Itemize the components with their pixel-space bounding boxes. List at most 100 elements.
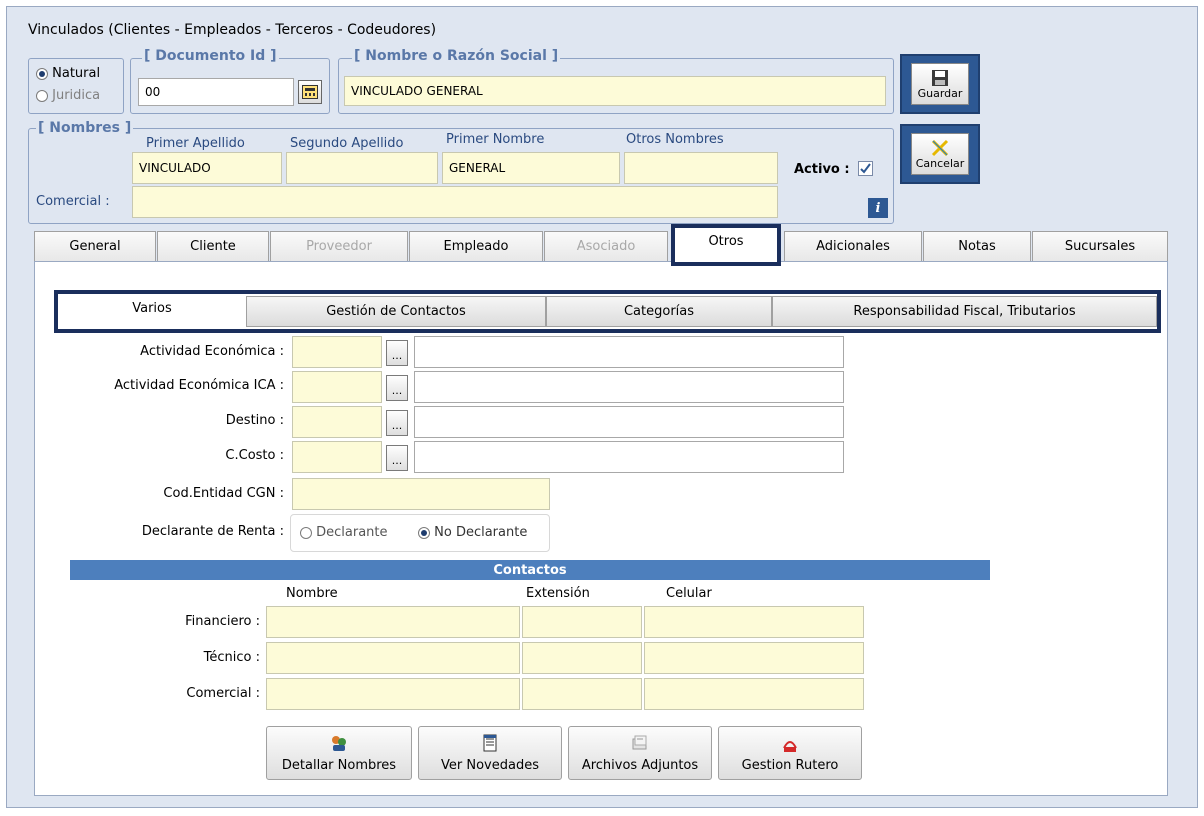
tab-general[interactable]: General [34,231,156,261]
users-icon [332,735,346,751]
radio-no-declarante[interactable]: No Declarante [418,525,527,540]
cod-entidad-input[interactable] [292,478,550,510]
ver-novedades-button[interactable]: Ver Novedades [418,726,562,780]
comercial-label: Comercial : [36,194,110,209]
radio-natural-icon[interactable] [36,67,48,80]
gestion-rutero-label: Gestion Rutero [741,757,839,773]
nombres-group-label: [ Nombres ] [36,120,134,136]
tab-general-label: General [69,239,121,254]
destino-label: Destino : [225,413,284,428]
guardar-button[interactable]: Guardar [900,54,980,114]
razon-social-input[interactable]: VINCULADO GENERAL [344,76,886,106]
primer-nombre-input[interactable]: GENERAL [442,152,620,184]
tab-adicionales[interactable]: Adicionales [784,231,922,261]
ccosto-code[interactable] [292,441,382,473]
tecnico-extension-input[interactable] [522,642,642,674]
primer-apellido-label: Primer Apellido [146,136,245,151]
subtab-gestion-contactos[interactable]: Gestión de Contactos [246,296,546,327]
financiero-celular-input[interactable] [644,606,864,638]
tab-cliente[interactable]: Cliente [157,231,269,261]
guardar-label: Guardar [917,86,963,100]
financiero-extension-input[interactable] [522,606,642,638]
gestion-rutero-button[interactable]: Gestion Rutero [718,726,862,780]
cancel-icon [931,139,949,156]
contacto-comercial-label: Comercial : [186,686,260,701]
subtab-varios[interactable]: Varios [58,296,246,327]
document-icon [483,734,497,751]
ccosto-label: C.Costo : [225,448,284,463]
tecnico-celular-input[interactable] [644,642,864,674]
radio-natural-label: Natural [52,66,101,81]
comercial-extension-input[interactable] [522,678,642,710]
actividad-economica-ica-lookup-button[interactable]: ... [386,375,408,401]
radio-juridica[interactable]: Juridica [36,88,100,103]
segundo-apellido-input[interactable] [286,152,438,184]
financiero-nombre-input[interactable] [266,606,520,638]
calculator-icon [302,85,318,99]
tab-empleado[interactable]: Empleado [409,231,543,261]
tab-asociado[interactable]: Asociado [544,231,668,261]
actividad-economica-desc[interactable] [414,336,844,368]
subtab-categorias[interactable]: Categorías [546,296,772,327]
declarante-renta-label: Declarante de Renta : [141,524,284,539]
detallar-nombres-button[interactable]: Detallar Nombres [266,726,412,780]
tab-otros[interactable]: Otros [671,224,781,266]
comercial-celular-input[interactable] [644,678,864,710]
window-title: Vinculados (Clientes - Empleados - Terce… [28,22,437,38]
tab-notas[interactable]: Notas [923,231,1031,261]
actividad-economica-ica-code[interactable] [292,371,382,403]
ccosto-desc[interactable] [414,441,844,473]
tab-adicionales-label: Adicionales [816,239,890,254]
tab-proveedor[interactable]: Proveedor [270,231,408,261]
primer-apellido-input[interactable]: VINCULADO [132,152,282,184]
actividad-economica-ica-desc[interactable] [414,371,844,403]
otros-nombres-input[interactable] [624,152,778,184]
actividad-economica-label: Actividad Económica : [140,344,284,359]
info-icon[interactable]: i [868,198,888,218]
guardar-button-face[interactable]: Guardar [911,63,969,105]
radio-juridica-icon[interactable] [36,89,48,102]
actividad-economica-lookup-button[interactable]: ... [386,340,408,366]
archivos-adjuntos-label: Archivos Adjuntos [581,757,699,773]
subtab-categorias-label: Categorías [623,304,695,319]
calculator-button[interactable] [298,80,322,104]
cancelar-button-face[interactable]: Cancelar [911,133,969,175]
checkmark-icon [860,163,871,174]
tecnico-nombre-input[interactable] [266,642,520,674]
documento-input[interactable]: 00 [138,78,294,106]
radio-declarante[interactable]: Declarante [300,525,388,540]
contactos-header: Contactos [70,560,990,580]
radio-no-declarante-icon[interactable] [418,526,430,539]
tab-sucursales[interactable]: Sucursales [1032,231,1168,261]
destino-desc[interactable] [414,406,844,438]
actividad-economica-ica-label: Actividad Económica ICA : [114,378,284,393]
comercial-nombre-input[interactable] [266,678,520,710]
attachment-icon [632,735,647,749]
activo-checkbox[interactable] [858,161,873,176]
tab-otros-label: Otros [708,233,744,249]
cancelar-button[interactable]: Cancelar [900,124,980,184]
actividad-economica-code[interactable] [292,336,382,368]
contactos-col-extension: Extensión [526,586,590,601]
ccosto-lookup-button[interactable]: ... [386,445,408,471]
contactos-col-nombre: Nombre [286,586,338,601]
tab-notas-label: Notas [958,239,996,254]
destino-code[interactable] [292,406,382,438]
detallar-nombres-label: Detallar Nombres [281,757,397,773]
ver-novedades-label: Ver Novedades [441,757,539,773]
radio-declarante-icon[interactable] [300,526,312,539]
destino-lookup-button[interactable]: ... [386,410,408,436]
radio-juridica-label: Juridica [52,88,101,103]
contacto-financiero-label: Financiero : [185,614,260,629]
segundo-apellido-label: Segundo Apellido [290,136,404,151]
comercial-input[interactable] [132,186,778,218]
subtab-responsabilidad-fiscal-label: Responsabilidad Fiscal, Tributarios [853,304,1076,319]
subtab-responsabilidad-fiscal[interactable]: Responsabilidad Fiscal, Tributarios [772,296,1157,327]
radio-declarante-label: Declarante [316,525,388,540]
archivos-adjuntos-button[interactable]: Archivos Adjuntos [568,726,712,780]
radio-no-declarante-label: No Declarante [434,525,528,540]
activo-label: Activo : [794,162,850,177]
tab-asociado-label: Asociado [576,239,636,254]
save-icon [932,69,948,86]
radio-natural[interactable]: Natural [36,66,100,81]
